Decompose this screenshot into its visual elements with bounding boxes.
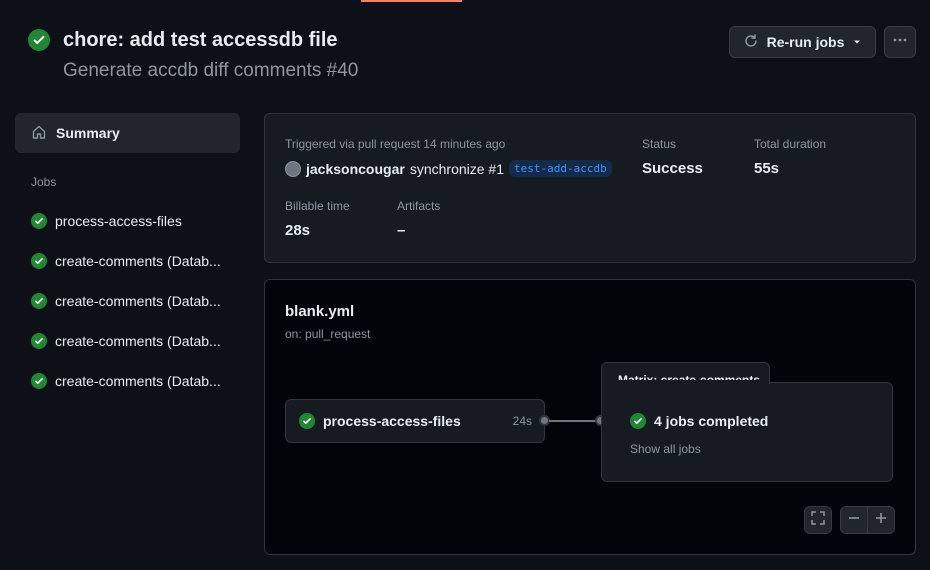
sidebar-job-item[interactable]: create-comments (Datab... [31, 251, 231, 271]
sidebar-job-item[interactable]: process-access-files [31, 211, 231, 231]
billable-label: Billable time [285, 199, 350, 213]
sidebar-job-item[interactable]: create-comments (Datab... [31, 331, 231, 351]
rerun-jobs-label: Re-run jobs [766, 34, 845, 50]
workflow-file-name[interactable]: blank.yml [285, 303, 354, 320]
home-icon [31, 124, 47, 143]
sidebar-job-item[interactable]: create-comments (Datab... [31, 371, 231, 391]
job-node-process-access-files[interactable]: process-access-files 24s [285, 399, 545, 443]
matrix-status-text: 4 jobs completed [654, 413, 769, 429]
actor-link[interactable]: jacksoncougar [306, 161, 405, 177]
success-check-icon [31, 373, 47, 389]
more-actions-button[interactable] [884, 26, 916, 58]
rerun-jobs-button[interactable]: Re-run jobs [729, 26, 876, 58]
success-check-icon [299, 413, 315, 429]
success-check-icon [630, 413, 646, 429]
success-check-icon [31, 213, 47, 229]
success-check-icon [28, 29, 50, 51]
zoom-out-button[interactable] [840, 506, 868, 534]
plus-icon [874, 511, 888, 530]
triggered-text: Triggered via pull request 14 minutes ag… [285, 137, 506, 151]
sidebar-item-label: Summary [56, 125, 120, 141]
job-node-name: process-access-files [323, 413, 461, 429]
matrix-group[interactable] [601, 382, 893, 482]
billable-value: 28s [285, 222, 311, 239]
success-check-icon [31, 253, 47, 269]
run-summary-card [264, 113, 916, 263]
artifacts-label: Artifacts [397, 199, 441, 213]
job-label: create-comments (Datab... [55, 253, 221, 269]
branch-badge[interactable]: test-add-accdb [509, 160, 612, 177]
duration-value: 55s [754, 160, 780, 177]
trigger-row: jacksoncougar synchronize #1 test-add-ac… [285, 160, 612, 177]
sidebar-job-item[interactable]: create-comments (Datab... [31, 291, 231, 311]
workflow-trigger: on: pull_request [285, 327, 371, 341]
caret-down-icon [852, 34, 862, 50]
avatar[interactable] [285, 160, 301, 177]
show-all-jobs-link[interactable]: Show all jobs [630, 442, 701, 456]
duration-label: Total duration [754, 137, 827, 151]
success-check-icon [31, 293, 47, 309]
screen-full-icon [810, 510, 826, 531]
status-value: Success [642, 160, 703, 177]
job-node-duration: 24s [512, 414, 532, 428]
matrix-tab-join [602, 380, 769, 384]
status-label: Status [642, 137, 677, 151]
sync-icon [743, 33, 759, 52]
artifacts-value: – [397, 222, 406, 239]
job-label: create-comments (Datab... [55, 373, 221, 389]
run-title: chore: add test accessdb file [63, 29, 338, 51]
jobs-heading: Jobs [31, 175, 57, 189]
graph-connector [549, 420, 597, 422]
job-label: create-comments (Datab... [55, 293, 221, 309]
matrix-status: 4 jobs completed [630, 413, 768, 429]
zoom-in-button[interactable] [867, 506, 895, 534]
success-check-icon [31, 333, 47, 349]
workflow-run-subtitle: Generate accdb diff comments #40 [63, 60, 359, 81]
sidebar-item-summary[interactable]: Summary [15, 113, 240, 153]
job-label: create-comments (Datab... [55, 333, 221, 349]
job-label: process-access-files [55, 213, 182, 229]
trigger-action[interactable]: synchronize #1 [410, 161, 504, 177]
minus-icon [847, 511, 861, 530]
fullscreen-button[interactable] [804, 506, 832, 534]
kebab-horizontal-icon [892, 32, 908, 53]
active-tab-indicator [361, 0, 462, 2]
